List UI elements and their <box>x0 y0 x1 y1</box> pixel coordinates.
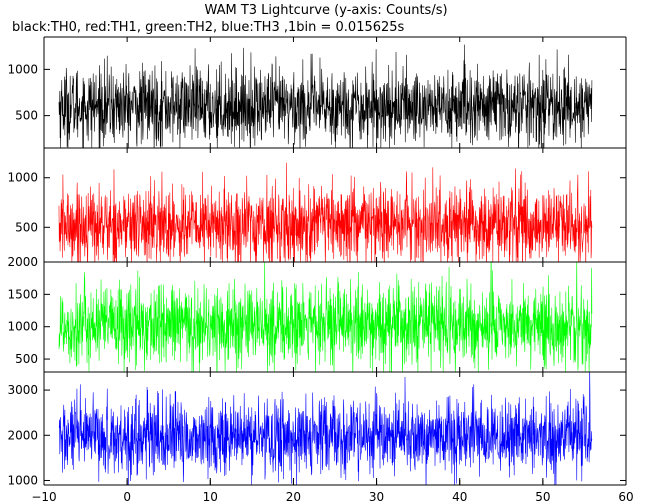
panel-2: 500 1000 <box>7 147 627 263</box>
y-tick-label: 2000 <box>7 428 38 442</box>
panel-1: 500 1000 <box>7 36 627 149</box>
x-tick-label: 50 <box>535 490 550 504</box>
x-tick-label: 20 <box>286 490 301 504</box>
series-line-TH1 <box>58 162 593 262</box>
panels: 500 1000 500 1000 500 1000 1500 2000 1000 2000 300… <box>7 36 627 487</box>
series-line-TH0 <box>58 44 593 148</box>
x-tick-label: 0 <box>123 490 131 504</box>
y-tick-label: 2000 <box>7 255 38 269</box>
x-tick-label: 40 <box>452 490 467 504</box>
x-axis: −10 0 10 20 30 40 50 60 <box>31 478 634 504</box>
series-line-TH2 <box>58 262 593 372</box>
chart-title: WAM T3 Lightcurve (y-axis: Counts/s) <box>204 3 447 18</box>
y-tick-label: 1500 <box>7 287 38 301</box>
panel-3: 500 1000 1500 2000 <box>7 255 627 373</box>
y-tick-label: 1000 <box>7 473 38 487</box>
x-tick-label: 10 <box>203 490 218 504</box>
x-tick-label: 60 <box>618 490 633 504</box>
panel-4: 1000 2000 3000 <box>7 371 627 487</box>
series-line-TH3 <box>58 372 593 485</box>
y-tick-label: 1000 <box>7 320 38 334</box>
y-tick-label: 1000 <box>7 62 38 76</box>
y-tick-label: 1000 <box>7 171 38 185</box>
lightcurve-figure: WAM T3 Lightcurve (y-axis: Counts/s) bla… <box>7 3 634 504</box>
y-tick-label: 3000 <box>7 383 38 397</box>
x-tick-label: −10 <box>31 490 56 504</box>
y-tick-label: 500 <box>15 352 38 366</box>
y-tick-label: 500 <box>15 220 38 234</box>
chart-subtitle: black:TH0, red:TH1, green:TH2, blue:TH3 … <box>12 20 405 35</box>
x-tick-label: 30 <box>369 490 384 504</box>
y-tick-label: 500 <box>15 109 38 123</box>
